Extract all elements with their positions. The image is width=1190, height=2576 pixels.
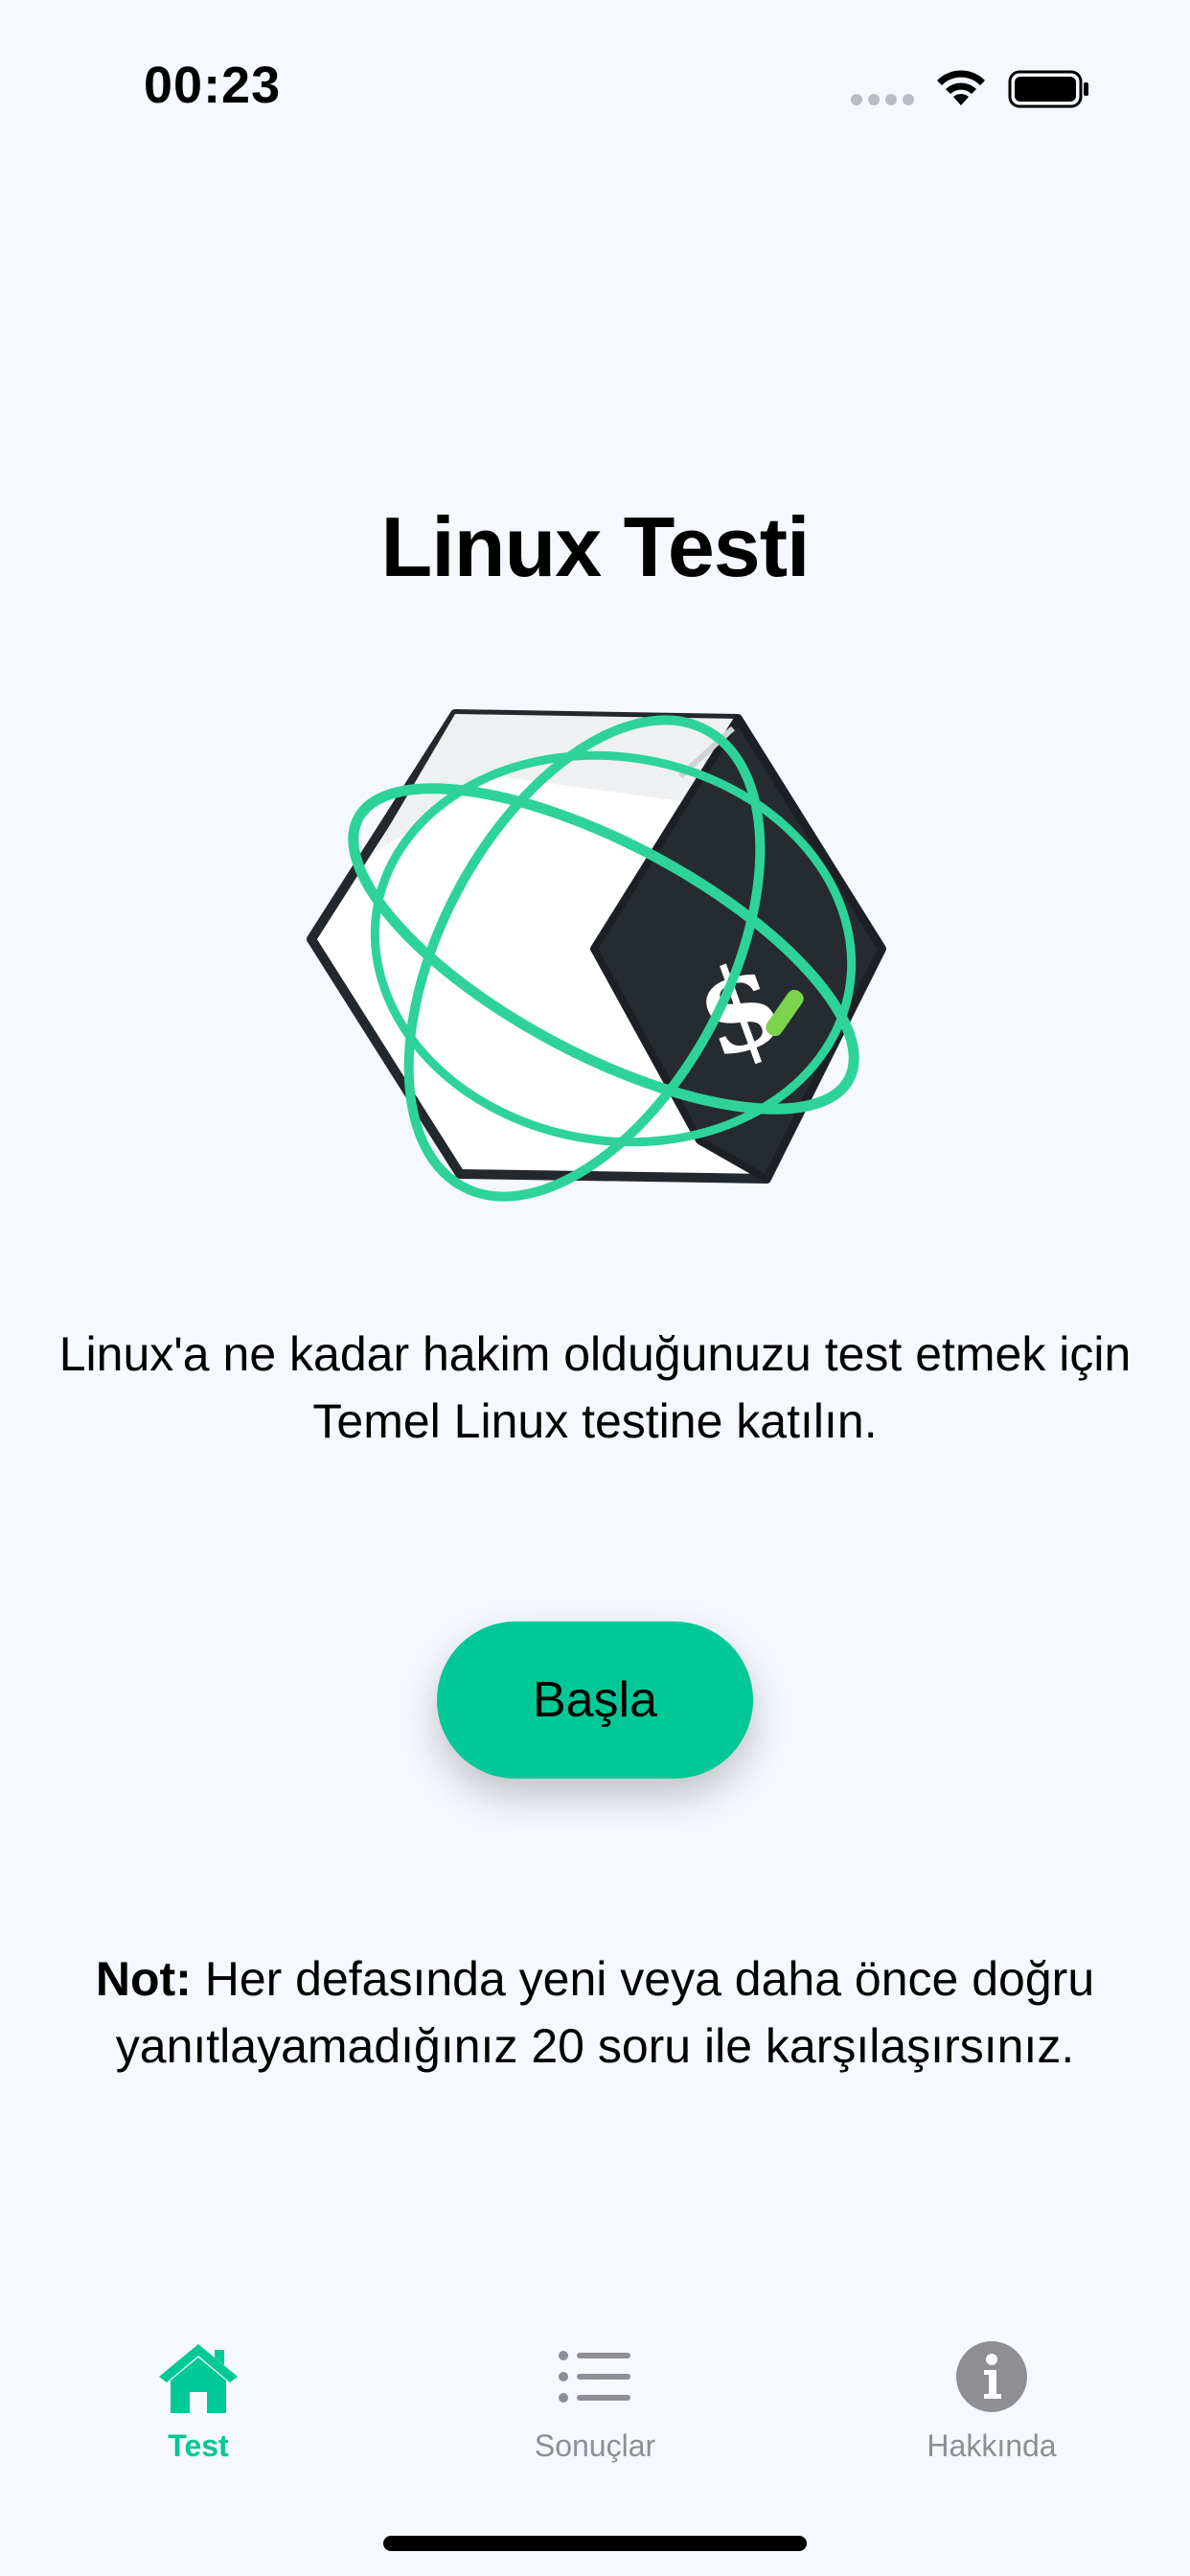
tab-label: Hakkında [927, 2428, 1057, 2463]
cellular-signal-icon [851, 94, 914, 105]
note-body: Her defasında yeni veya daha önce doğru … [115, 1952, 1095, 2073]
start-button[interactable]: Başla [437, 1622, 753, 1779]
app-screen: 00:23 Linux Testi $ Linux'a ne kadar hak… [0, 0, 1190, 2576]
tab-bar: Test Sonuçlar Hakkında [0, 2310, 1190, 2501]
tab-about[interactable]: Hakkında [793, 2310, 1190, 2501]
house-icon [159, 2344, 238, 2413]
wifi-icon [937, 70, 985, 105]
tab-label: Sonuçlar [534, 2428, 656, 2463]
info-icon [956, 2341, 1027, 2412]
home-indicator[interactable] [383, 2536, 807, 2551]
page-title: Linux Testi [380, 499, 811, 594]
tab-label: Test [168, 2428, 229, 2463]
battery-icon [1008, 70, 1088, 108]
tab-results[interactable]: Sonuçlar [397, 2310, 793, 2501]
tab-test[interactable]: Test [0, 2310, 397, 2501]
note-prefix: Not: [95, 1952, 192, 2006]
status-time: 00:23 [144, 57, 282, 114]
intro-text: Linux'a ne kadar hakim olduğunuzu test e… [58, 1327, 1132, 1448]
list-icon [559, 2351, 630, 2403]
note-text: Not: Her defasında yeni veya daha önce d… [0, 1945, 1190, 2080]
linux-cube-illustration: $ [307, 709, 886, 1202]
